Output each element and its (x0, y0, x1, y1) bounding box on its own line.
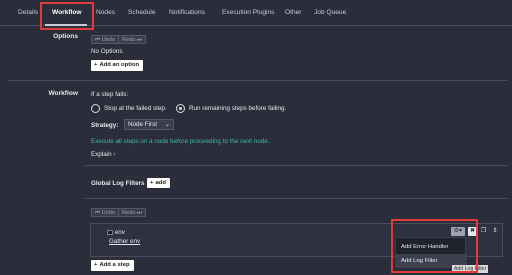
steps-redo-button[interactable]: Redo ⏭ (118, 208, 146, 217)
drag-icon: ⇕ (492, 228, 498, 234)
undo-icon: ⏮ (95, 210, 101, 216)
plus-icon: + (94, 262, 98, 268)
plus-icon: + (150, 180, 154, 186)
options-redo-button[interactable]: Redo ⏭ (118, 35, 146, 44)
tab-details[interactable]: Details (18, 9, 38, 16)
strategy-select[interactable]: Node First ⌄ (124, 119, 174, 130)
strategy-help-text: Execute all steps on a node before proce… (91, 138, 270, 145)
chevron-down-icon: ⌄ (164, 121, 170, 128)
chevron-right-icon: › (113, 151, 116, 158)
tab-other[interactable]: Other (285, 9, 302, 16)
undo-icon: ⏮ (95, 37, 101, 43)
radio-run-remaining[interactable] (176, 104, 185, 113)
no-options-text: No Options (91, 48, 123, 55)
add-step-button[interactable]: + Add a step (91, 260, 134, 271)
radio-stop-at-failed[interactable] (91, 104, 100, 113)
if-step-fails-label: If a step fails: (91, 91, 129, 98)
highlight-box-workflow-tab (40, 2, 94, 30)
options-undo-redo: ⏮ Undo Redo ⏭ (91, 35, 146, 44)
drag-handle[interactable]: ⇕ (492, 227, 498, 236)
tab-notifications[interactable]: Notifications (169, 9, 205, 16)
section-divider (8, 80, 508, 81)
redo-icon: ⏭ (136, 210, 142, 216)
strategy-label: Strategy: (91, 122, 119, 129)
section-divider (85, 198, 508, 199)
tab-execution-plugins[interactable]: Execution Plugins (222, 9, 274, 16)
options-section-label: Options (53, 33, 78, 40)
step-description-link[interactable]: Gather env (109, 238, 140, 245)
step-title[interactable]: env (107, 229, 125, 236)
steps-undo-button[interactable]: ⏮ Undo (91, 208, 119, 217)
steps-undo-redo: ⏮ Undo Redo ⏭ (91, 208, 146, 217)
global-log-filters-label: Global Log Filters (91, 180, 145, 187)
tab-nodes[interactable]: Nodes (96, 9, 115, 16)
tab-job-queue[interactable]: Job Queue (314, 9, 346, 16)
explain-link[interactable]: Explain › (91, 151, 116, 158)
redo-icon: ⏭ (136, 37, 142, 43)
add-log-filter-button[interactable]: + add (147, 178, 170, 188)
terminal-icon (107, 230, 113, 235)
copy-icon: ❐ (480, 228, 487, 234)
radio-run-label: Run remaining steps before failing. (189, 105, 287, 112)
highlight-box-step-menu (391, 219, 478, 273)
duplicate-step-button[interactable]: ❐ (479, 227, 488, 236)
workflow-section-label: Workflow (48, 90, 78, 97)
section-divider (85, 165, 508, 166)
add-option-button[interactable]: + Add an option (91, 60, 144, 71)
radio-stop-label: Stop at the failed step. (104, 105, 167, 112)
plus-icon: + (94, 62, 98, 68)
options-undo-button[interactable]: ⏮ Undo (91, 35, 119, 44)
tab-schedule[interactable]: Schedule (128, 9, 156, 16)
